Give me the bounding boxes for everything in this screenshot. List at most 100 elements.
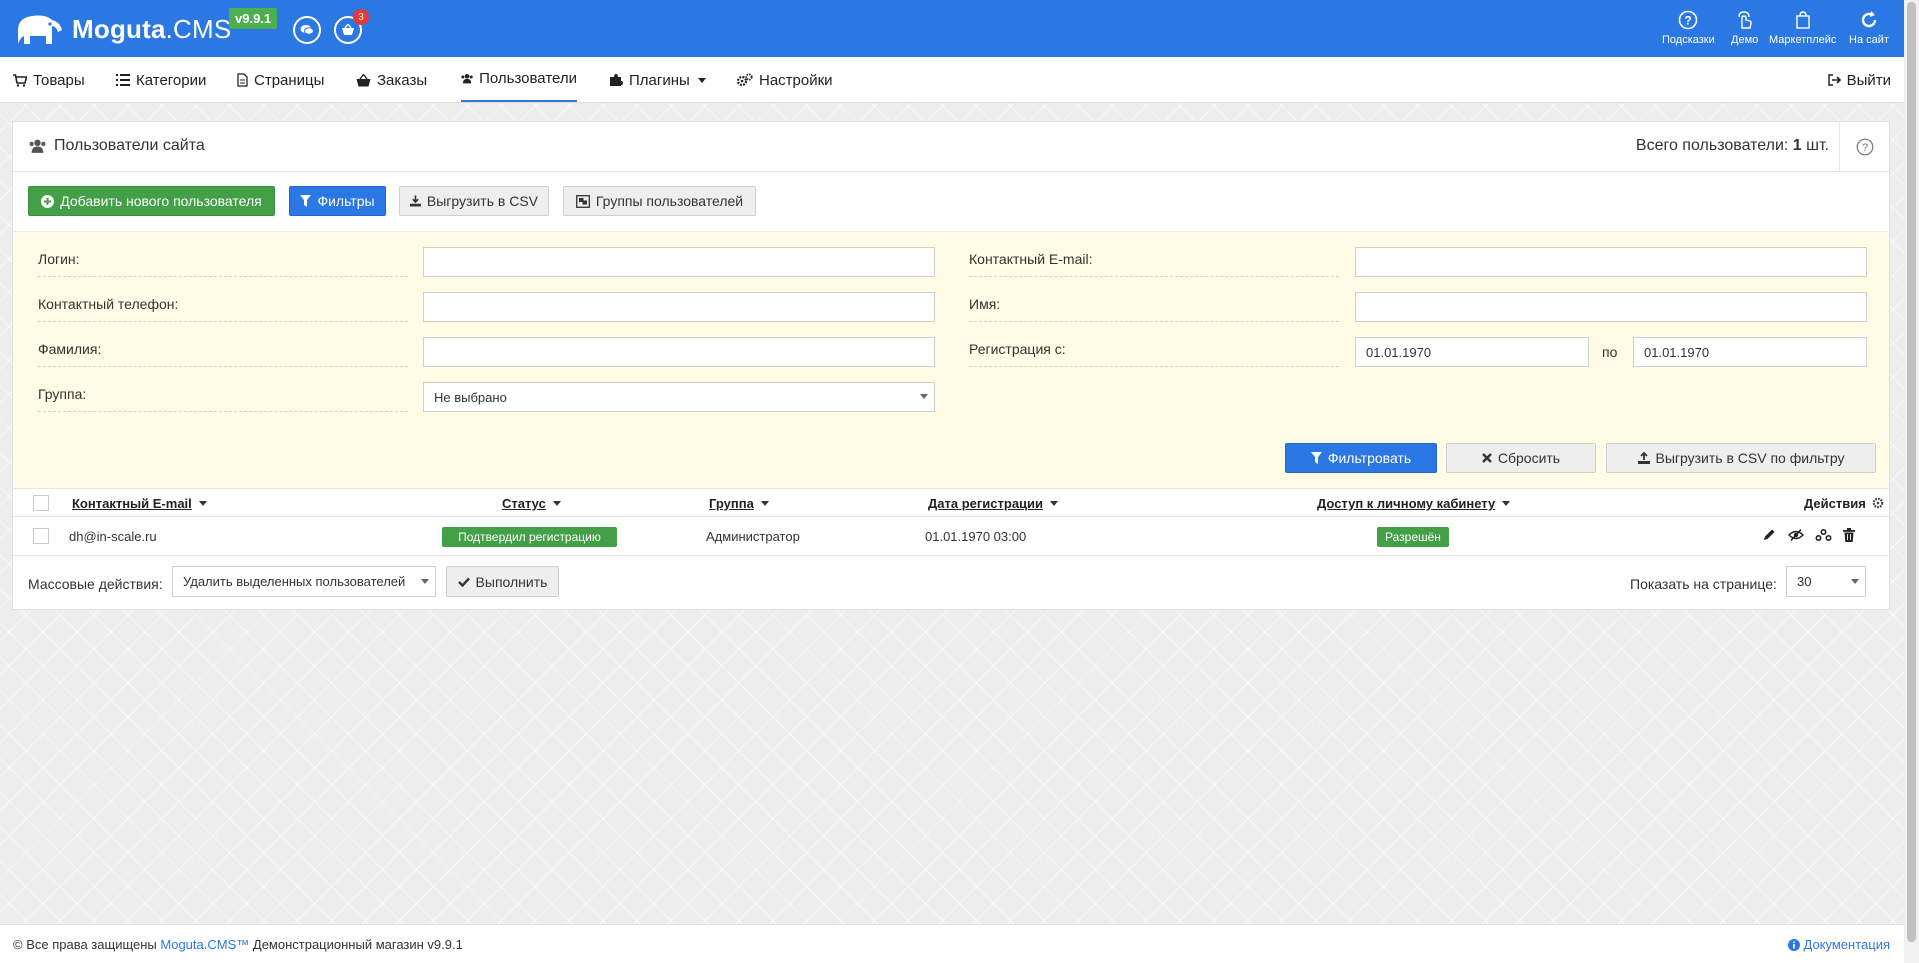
col-header-status[interactable]: Статус: [502, 496, 561, 511]
export-filtered-csv-label: Выгрузить в CSV по фильтру: [1655, 450, 1845, 466]
svg-text:?: ?: [1861, 142, 1867, 154]
puzzle-icon: [610, 74, 623, 86]
row-reg-date: 01.01.1970 03:00: [925, 529, 1027, 544]
basket-icon: [342, 24, 354, 35]
execute-button[interactable]: Выполнить: [446, 566, 559, 597]
nav-item-label: Пользователи: [479, 70, 577, 87]
close-icon: [1482, 453, 1492, 463]
nav-item-users[interactable]: Пользователи: [461, 57, 577, 102]
filter-phone-input[interactable]: [423, 292, 935, 322]
filter-surname-input[interactable]: [423, 337, 935, 367]
filter-group-value: Не выбрано: [434, 389, 507, 405]
status-badge: Подтвердил регистрацию: [442, 527, 617, 547]
info-circle-icon: [1787, 938, 1800, 951]
filters-label: Фильтры: [317, 193, 375, 209]
users-icon: [461, 73, 473, 84]
row-email[interactable]: dh@in-scale.ru: [69, 529, 157, 544]
logo[interactable]: Moguta.CMS: [12, 10, 231, 48]
filter-group-select[interactable]: Не выбрано: [423, 382, 935, 412]
bulk-actions-select[interactable]: Удалить выделенных пользователей: [172, 566, 436, 597]
brand-link[interactable]: Moguta.CMS™: [160, 937, 249, 952]
row-checkbox[interactable]: [33, 528, 49, 544]
scrollbar-thumb[interactable]: [1907, 2, 1916, 942]
nav-item-products[interactable]: Товары: [13, 57, 85, 103]
total-users-unit: шт.: [1806, 137, 1829, 154]
chevron-down-icon: [421, 579, 429, 584]
nav-item-label: Страницы: [254, 71, 325, 89]
elephant-logo-icon: [18, 15, 62, 44]
top-header: Moguta.CMS v9.9.1 3 ? Подсказки Демо Мар…: [0, 0, 1904, 57]
nav-item-orders[interactable]: Заказы: [356, 57, 427, 103]
filter-email-input[interactable]: [1355, 247, 1867, 277]
copyright-text: © Все права защищены: [13, 937, 157, 952]
sort-caret-icon: [552, 501, 561, 506]
nav-item-plugins[interactable]: Плагины: [609, 57, 706, 103]
filter-reg-from-input[interactable]: 01.01.1970: [1355, 337, 1589, 367]
page-title: Пользователи сайта: [29, 137, 205, 155]
users-icon: [29, 139, 46, 153]
sort-caret-icon: [198, 501, 207, 506]
help-button[interactable]: ?: [1839, 122, 1889, 171]
filter-name-input[interactable]: [1355, 292, 1867, 322]
eye-slash-icon[interactable]: [1788, 528, 1804, 542]
logo-text: Moguta.CMS: [72, 13, 232, 44]
header-link-to-site[interactable]: На сайт: [1849, 10, 1889, 52]
nav-item-settings[interactable]: Настройки: [737, 57, 833, 103]
header-link-marketplace[interactable]: Маркетплейс: [1769, 10, 1836, 52]
docs-link[interactable]: Документация: [1804, 937, 1891, 952]
per-page-label: Показать на странице:: [1630, 576, 1777, 592]
reset-filter-label: Сбросить: [1497, 450, 1561, 466]
col-header-email[interactable]: Контактный E-mail: [72, 496, 207, 511]
users-group-icon[interactable]: [1814, 528, 1833, 543]
shop-text: Демонстрационный магазин v9.9.1: [252, 937, 463, 952]
page-scrollbar[interactable]: [1904, 0, 1919, 963]
filter-group-label: Группа:: [38, 386, 408, 412]
logout-link[interactable]: Выйти: [1827, 57, 1891, 103]
add-user-label: Добавить нового пользователя: [60, 193, 262, 209]
users-table-header: Контактный E-mail Статус Группа Дата рег…: [13, 488, 1889, 517]
nav-item-pages[interactable]: Страницы: [237, 57, 324, 103]
col-header-actions: Действия: [1804, 496, 1866, 511]
chevron-down-icon: [920, 394, 928, 399]
svg-text:?: ?: [1685, 14, 1692, 28]
per-page-select[interactable]: 30: [1786, 566, 1866, 597]
edit-icon[interactable]: [1762, 528, 1776, 542]
check-icon: [457, 577, 470, 587]
panel-header: Пользователи сайта Всего пользователи: 1…: [13, 122, 1889, 172]
file-icon: [237, 73, 248, 87]
col-header-label: Контактный E-mail: [72, 496, 192, 511]
access-badge: Разрешён: [1377, 527, 1449, 547]
docs-link-wrap: Документация: [1787, 937, 1891, 952]
filter-login-input[interactable]: [423, 247, 935, 277]
sort-caret-icon: [1050, 501, 1059, 506]
filter-surname-label: Фамилия:: [38, 341, 408, 367]
user-groups-button[interactable]: Группы пользователей: [563, 186, 756, 216]
export-csv-button[interactable]: Выгрузить в CSV: [399, 186, 549, 216]
hand-pointer-icon: [1737, 11, 1752, 29]
select-all-checkbox[interactable]: [33, 495, 49, 511]
apply-filter-button[interactable]: Фильтровать: [1285, 443, 1437, 473]
bulk-actions-label: Массовые действия:: [28, 576, 163, 592]
col-header-access[interactable]: Доступ к личному кабинету: [1317, 496, 1511, 511]
col-header-reg-date[interactable]: Дата регистрации: [928, 496, 1059, 511]
filter-reg-to-input[interactable]: 01.01.1970: [1633, 337, 1867, 367]
chevron-down-icon: [1851, 579, 1859, 584]
sort-caret-icon: [1502, 501, 1511, 506]
nav-item-categories[interactable]: Категории: [116, 57, 206, 103]
export-filtered-csv-button[interactable]: Выгрузить в CSV по фильтру: [1606, 443, 1876, 473]
main-nav: Товары Категории Страницы Заказы Пользов…: [0, 57, 1904, 103]
filters-button[interactable]: Фильтры: [289, 186, 386, 216]
header-link-demo[interactable]: Демо: [1731, 10, 1758, 52]
gear-icon[interactable]: [1872, 497, 1884, 509]
chat-button[interactable]: [293, 16, 321, 44]
trash-icon[interactable]: [1843, 528, 1855, 542]
total-users-label: Всего пользователи:: [1635, 137, 1789, 154]
filter-reg-to-label: по: [1602, 344, 1618, 360]
users-panel: Пользователи сайта Всего пользователи: 1…: [12, 121, 1890, 610]
header-link-hints[interactable]: ? Подсказки: [1662, 10, 1715, 52]
col-header-group[interactable]: Группа: [709, 496, 769, 511]
add-user-button[interactable]: Добавить нового пользователя: [28, 186, 275, 216]
toolbar: Добавить нового пользователя Фильтры Выг…: [13, 172, 1889, 232]
nav-item-label: Настройки: [759, 71, 833, 89]
reset-filter-button[interactable]: Сбросить: [1446, 443, 1596, 473]
